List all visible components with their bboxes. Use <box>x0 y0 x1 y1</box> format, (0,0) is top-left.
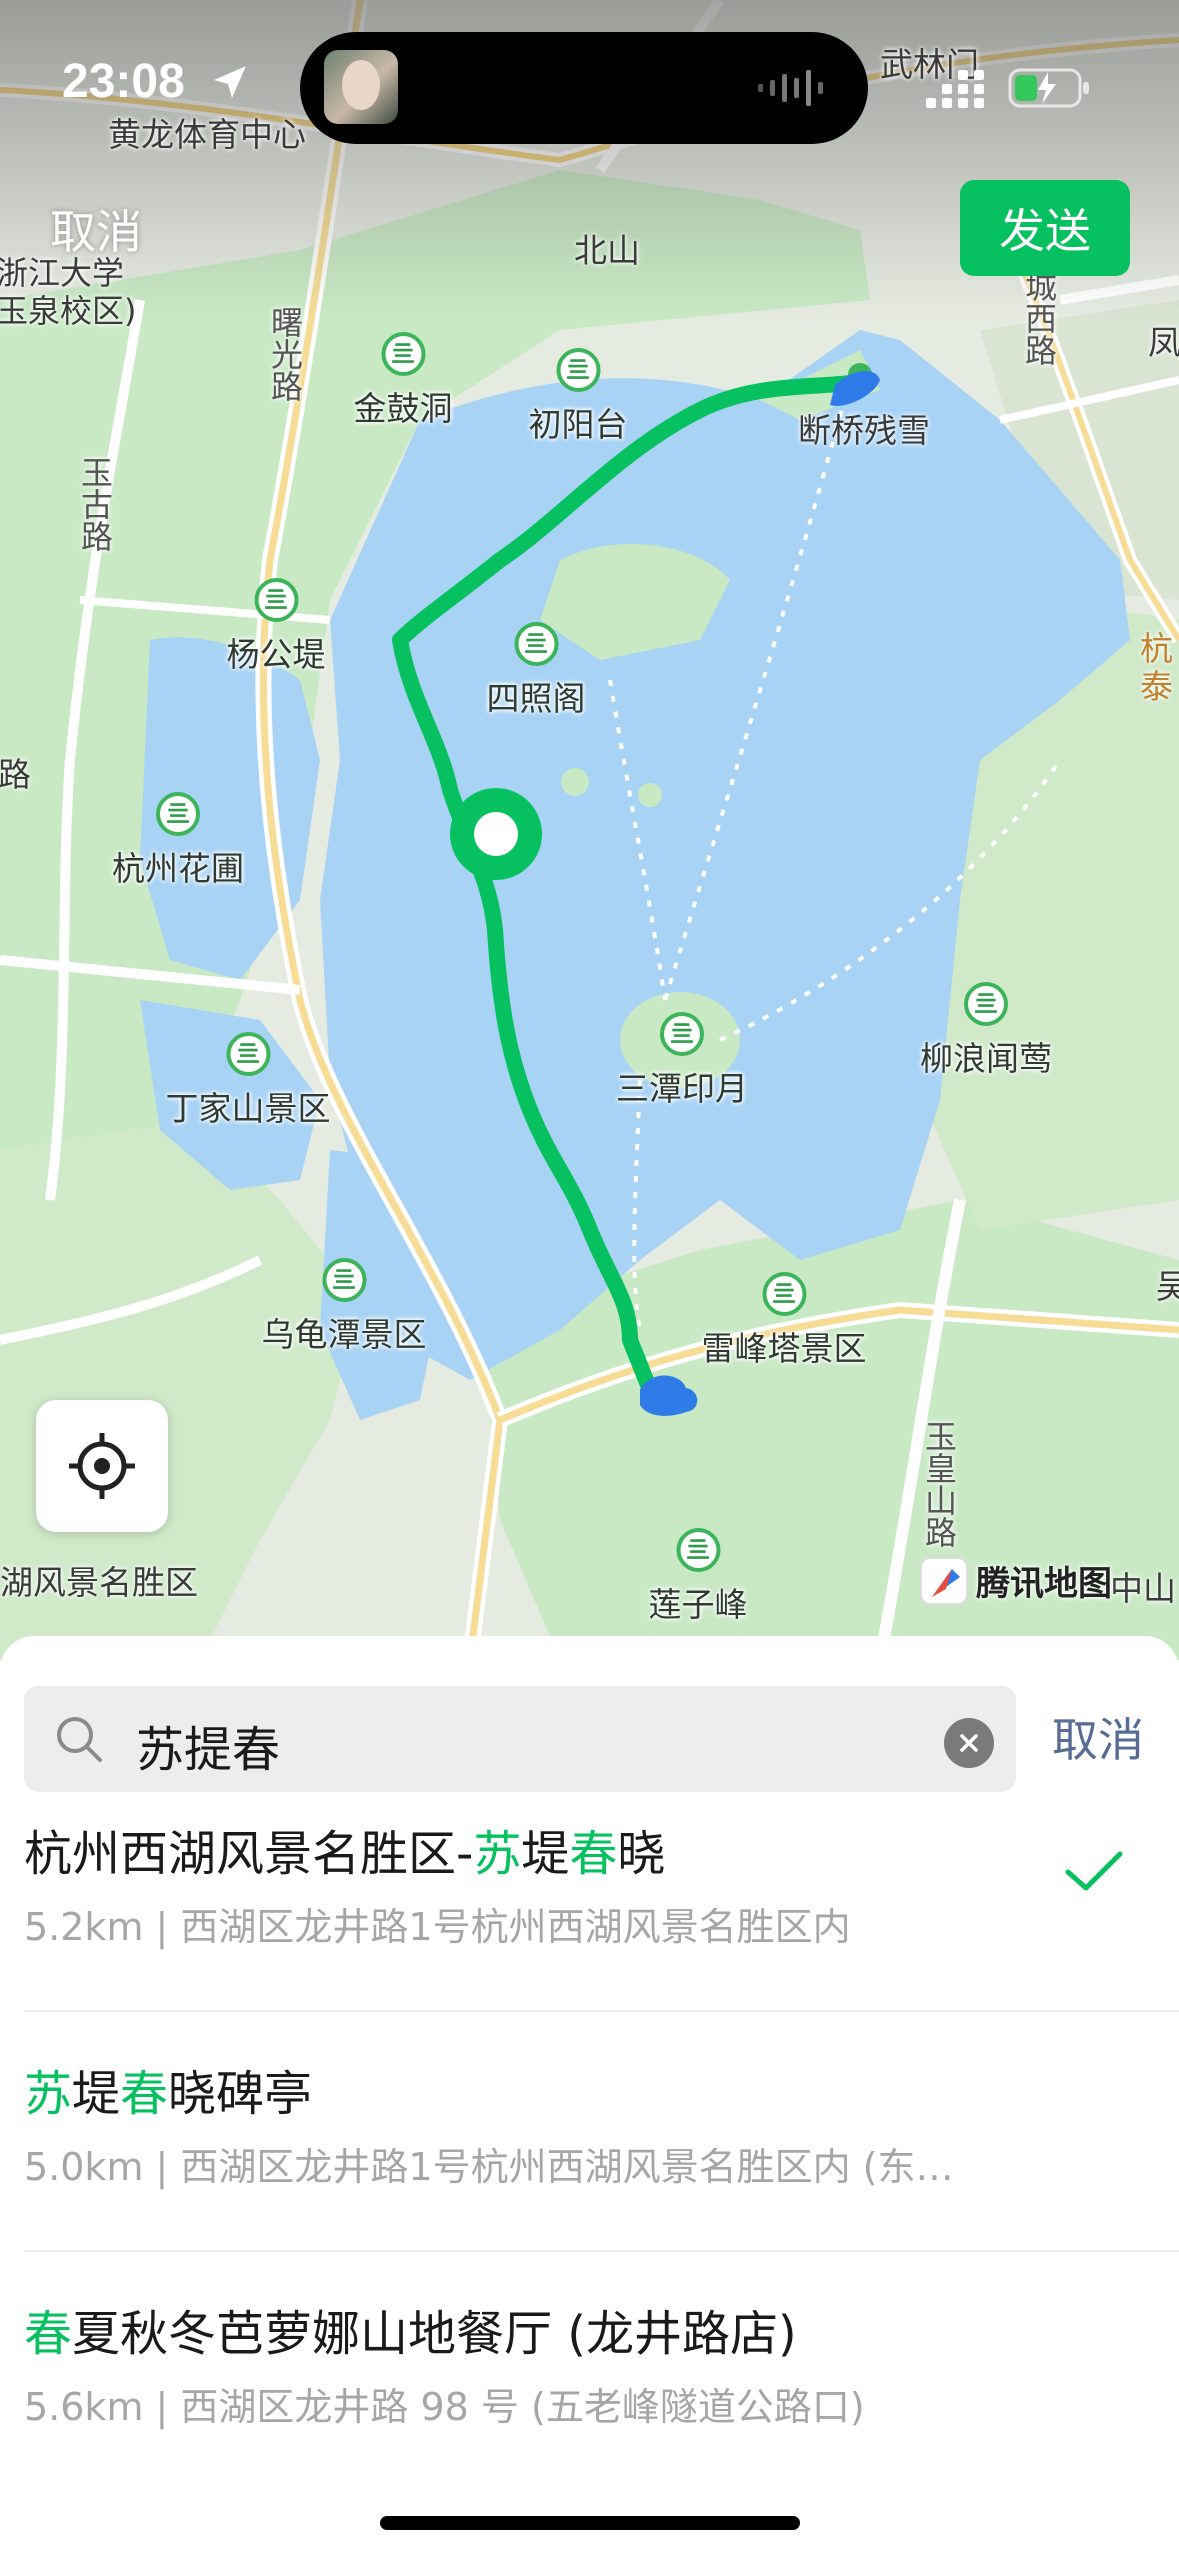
result-address: 5.6km | 西湖区龙井路 98 号 (五老峰隧道公路口) <box>24 2385 865 2429</box>
scenic-icon: 亖 <box>964 982 1008 1026</box>
result-name-highlight: 苏 <box>24 2066 73 2122</box>
scenic-icon: 亖 <box>226 1032 270 1076</box>
result-name-highlight: 春 <box>24 2306 73 2362</box>
map-cancel-button[interactable]: 取消 <box>50 196 142 262</box>
result-name: 杭州西湖风景名胜区-苏堤春晓 <box>24 1814 665 1884</box>
search-cancel-button[interactable]: 取消 <box>1052 1704 1144 1770</box>
cellular-signal-icon <box>926 70 984 108</box>
battery-charging-icon <box>1008 68 1089 108</box>
locate-me-button[interactable] <box>36 1400 168 1532</box>
result-name: 苏堤春晓碑亭 <box>24 2054 312 2124</box>
poi-liulang[interactable]: 亖柳浪闻莺 <box>920 982 1052 1080</box>
selected-check-icon <box>1065 1851 1123 1891</box>
label-zju-campus: 玉泉校区) <box>0 292 137 330</box>
scenic-icon: 亖 <box>556 348 600 392</box>
poi-jinguchong[interactable]: 亖金鼓洞 <box>354 332 453 430</box>
poi-yanggongdi[interactable]: 亖杨公堤 <box>227 578 326 676</box>
result-name-highlight: 春 <box>569 1826 618 1882</box>
search-result-item[interactable]: 春夏秋冬芭萝娜山地餐厅 (龙井路店) 5.6km | 西湖区龙井路 98 号 (五… <box>24 2250 1179 2490</box>
status-time: 23:08 <box>62 55 185 108</box>
label-beishan: 北山 <box>574 231 640 270</box>
scenic-icon: 亖 <box>514 622 558 666</box>
result-name: 春夏秋冬芭萝娜山地餐厅 (龙井路店) <box>24 2294 797 2364</box>
result-name-text: 杭州西湖风景名胜区- <box>24 1826 474 1882</box>
label-xihu-area: 湖风景名胜区 <box>0 1563 198 1602</box>
poi-santan[interactable]: 亖三潭印月 <box>616 1012 748 1110</box>
result-name-text: 堤 <box>72 2066 121 2122</box>
search-icon <box>57 1717 102 1762</box>
poi-lianzifeng[interactable]: 亖莲子峰 <box>649 1528 748 1626</box>
map-view[interactable]: 黄龙体育中心 武林门 北山 浙江大学 玉泉校区) 凤 杭 泰 吴 中山 路 湖风… <box>0 0 1179 1660</box>
label-lu-left: 路 <box>0 755 31 794</box>
send-button[interactable]: 发送 <box>960 180 1130 276</box>
search-result-item[interactable]: 杭州西湖风景名胜区-苏堤春晓 5.2km | 西湖区龙井路1号杭州西湖风景名胜区内 <box>24 1770 1179 2010</box>
poi-sizhaoge[interactable]: 亖四照阁 <box>487 622 586 720</box>
result-name-text: 晓碑亭 <box>168 2066 313 2122</box>
scenic-icon: 亖 <box>381 332 425 376</box>
scenic-icon: 亖 <box>660 1012 704 1056</box>
label-zhongshan: 中山 <box>1110 1569 1176 1608</box>
map-provider-label: 腾讯地图 <box>976 1564 1112 1604</box>
poi-wuguitan[interactable]: 亖乌龟潭景区 <box>262 1258 427 1356</box>
label-wu: 吴 <box>1156 1267 1179 1306</box>
label-duanqiao: 断桥残雪 <box>798 411 930 450</box>
label-feng: 凤 <box>1148 323 1179 362</box>
clear-search-button[interactable] <box>944 1718 994 1768</box>
home-indicator[interactable] <box>380 2516 800 2530</box>
crosshair-icon <box>69 1433 135 1499</box>
poi-dingjiashan[interactable]: 亖丁家山景区 <box>166 1032 331 1130</box>
location-arrow-icon <box>214 66 246 98</box>
road-shuguang: 曙光路 <box>266 306 304 402</box>
result-name-highlight: 苏 <box>473 1826 522 1882</box>
now-playing-artwork <box>324 50 398 124</box>
scenic-icon: 亖 <box>156 792 200 836</box>
scenic-icon: 亖 <box>322 1258 366 1302</box>
scenic-icon: 亖 <box>762 1272 806 1316</box>
tencent-map-icon <box>920 1556 968 1605</box>
scenic-icon: 亖 <box>676 1528 720 1572</box>
road-huancheng: 城西路 <box>1020 270 1058 366</box>
poi-hangzhou-huapu[interactable]: 亖杭州花圃 <box>112 792 244 890</box>
result-address: 5.2km | 西湖区龙井路1号杭州西湖风景名胜区内 <box>24 1905 851 1949</box>
map-provider-logo: 腾讯地图 <box>920 1556 1112 1605</box>
poi-leifeng[interactable]: 亖雷峰塔景区 <box>702 1272 867 1370</box>
result-name-text: 夏秋冬芭萝娜山地餐厅 (龙井路店) <box>72 2306 797 2362</box>
search-result-item[interactable]: 苏堤春晓碑亭 5.0km | 西湖区龙井路1号杭州西湖风景名胜区内 (东… <box>24 2010 1179 2250</box>
label-huanglong: 黄龙体育中心 <box>108 115 306 154</box>
result-address: 5.0km | 西湖区龙井路1号杭州西湖风景名胜区内 (东… <box>24 2145 954 2189</box>
poi-chuyangtai[interactable]: 亖初阳台 <box>529 348 628 446</box>
search-panel: 苏提春 取消 杭州西湖风景名胜区-苏堤春晓 5.2km | 西湖区龙井路1号杭州西… <box>0 1636 1179 2556</box>
label-tai: 泰 <box>1140 667 1173 706</box>
road-yuhuang: 玉皇山路 <box>920 1420 958 1548</box>
close-icon <box>960 1734 978 1752</box>
road-yugu: 玉古路 <box>76 456 114 552</box>
dynamic-island[interactable] <box>300 32 868 144</box>
result-name-text: 晓 <box>617 1826 666 1882</box>
audio-wave-icon <box>758 70 823 106</box>
result-name-highlight: 春 <box>120 2066 169 2122</box>
result-name-text: 堤 <box>521 1826 570 1882</box>
scenic-icon: 亖 <box>254 578 298 622</box>
